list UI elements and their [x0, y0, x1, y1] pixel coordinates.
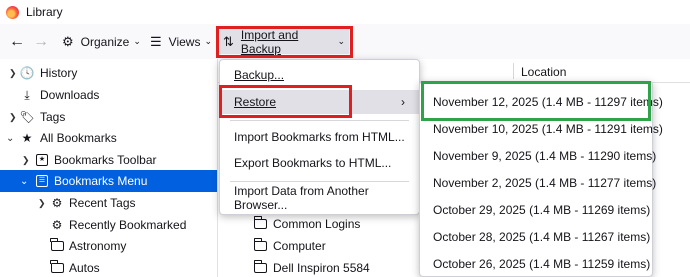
menu-item-export-html[interactable]: Export Bookmarks to HTML... — [220, 151, 419, 175]
organize-button[interactable]: ⚙ Organize ⌄ — [58, 29, 145, 54]
import-backup-menu: Backup... Restore › Import Bookmarks fro… — [219, 59, 420, 215]
tag-icon: 🏷 — [19, 110, 35, 124]
chevron-down-icon: ⌄ — [204, 36, 212, 46]
back-arrow-icon[interactable]: ← — [6, 31, 28, 53]
list-icon: ☰ — [150, 33, 162, 49]
folder-icon — [50, 238, 64, 253]
restore-backup-item[interactable]: November 2, 2025 (1.4 MB - 11277 items) — [420, 169, 656, 196]
tree-item-recent-tags[interactable]: ❯ ⚙ Recent Tags — [0, 192, 217, 214]
tree-item-bookmarks-toolbar[interactable]: ❯ ★ Bookmarks Toolbar — [0, 149, 217, 171]
menu-item-label: Export Bookmarks to HTML... — [234, 156, 392, 170]
bookmarks-tree: ❯ 🕓 History ⤓ Downloads ❯ 🏷 Tags ⌄ ★ All… — [0, 59, 217, 277]
chevron-right-icon[interactable]: ❯ — [22, 155, 30, 166]
list-item-label: Computer — [273, 239, 326, 253]
download-icon: ⤓ — [24, 87, 30, 102]
list-item[interactable]: Dell Inspiron 5584 — [253, 257, 370, 277]
gear-icon: ⚙ — [51, 196, 63, 210]
highlight-box-import — [216, 26, 353, 58]
window-title: Library — [26, 5, 63, 19]
tree-item-label: Recently Bookmarked — [69, 218, 187, 232]
tree-item-label: Autos — [69, 261, 100, 275]
folder-icon — [253, 216, 267, 229]
tree-item-all-bookmarks[interactable]: ⌄ ★ All Bookmarks — [0, 127, 217, 149]
column-location[interactable]: Location — [521, 65, 566, 79]
bookmark-menu-icon: ☰ — [35, 174, 49, 188]
views-button[interactable]: ☰ Views ⌄ — [146, 29, 216, 54]
forward-arrow-icon[interactable]: → — [30, 31, 52, 53]
gear-icon: ⚙ — [51, 218, 63, 232]
restore-backup-item[interactable]: October 26, 2025 (1.4 MB - 11259 items) — [420, 250, 652, 277]
title-bar: Library — [0, 0, 690, 24]
chevron-right-icon: › — [401, 95, 405, 109]
highlight-box-restore — [219, 85, 352, 118]
tree-item-label: Tags — [40, 110, 66, 124]
chevron-down-icon: ⌄ — [133, 36, 141, 46]
chevron-right-icon[interactable]: ❯ — [9, 112, 17, 123]
list-item[interactable]: Computer — [253, 235, 326, 257]
organize-label: Organize — [80, 34, 130, 49]
menu-item-label: Backup... — [234, 68, 285, 82]
tree-item-label: Bookmarks Menu — [54, 174, 148, 188]
star-icon: ★ — [21, 131, 33, 145]
highlight-box-backup-entry — [421, 81, 651, 121]
restore-backup-item[interactable]: November 9, 2025 (1.4 MB - 11290 items) — [420, 142, 656, 169]
tree-item-label: All Bookmarks — [40, 131, 117, 145]
menu-item-label: Import Data from Another Browser... — [234, 184, 369, 212]
tree-item-downloads[interactable]: ⤓ Downloads — [0, 84, 217, 106]
folder-icon — [253, 238, 267, 251]
chevron-down-icon[interactable]: ⌄ — [20, 176, 28, 187]
clock-icon: 🕓 — [19, 66, 35, 80]
restore-backup-item[interactable]: October 28, 2025 (1.4 MB - 11267 items) — [420, 223, 652, 250]
tree-item-label: History — [40, 66, 78, 80]
column-divider[interactable] — [513, 63, 514, 79]
menu-item-label: Import Bookmarks from HTML... — [234, 130, 405, 144]
chevron-down-icon[interactable]: ⌄ — [6, 133, 14, 144]
folder-icon — [50, 260, 64, 275]
views-label: Views — [168, 34, 201, 49]
restore-backup-item[interactable]: October 29, 2025 (1.4 MB - 11269 items) — [420, 196, 652, 223]
list-item[interactable]: Common Logins — [253, 213, 361, 235]
list-item-label: Common Logins — [273, 217, 361, 231]
menu-item-backup[interactable]: Backup... — [220, 63, 419, 87]
gear-icon: ⚙ — [62, 33, 74, 49]
menu-separator — [230, 120, 409, 121]
tree-item-autos[interactable]: Autos — [0, 257, 217, 277]
chevron-right-icon[interactable]: ❯ — [9, 68, 17, 79]
tree-item-label: Astronomy — [69, 239, 127, 253]
menu-item-import-browser[interactable]: Import Data from Another Browser... — [220, 184, 419, 212]
tree-item-label: Downloads — [40, 88, 100, 102]
tree-item-tags[interactable]: ❯ 🏷 Tags — [0, 106, 217, 128]
tree-item-history[interactable]: ❯ 🕓 History — [0, 62, 217, 84]
menu-separator — [230, 181, 409, 182]
tree-item-recently-bookmarked[interactable]: ⚙ Recently Bookmarked — [0, 214, 217, 236]
tree-item-astronomy[interactable]: Astronomy — [0, 235, 217, 257]
list-item-label: Dell Inspiron 5584 — [273, 261, 370, 275]
tree-item-label: Recent Tags — [69, 196, 136, 210]
firefox-logo-icon — [6, 5, 19, 19]
tree-item-label: Bookmarks Toolbar — [54, 153, 157, 167]
bookmark-toolbar-icon: ★ — [35, 153, 49, 167]
chevron-right-icon[interactable]: ❯ — [38, 198, 46, 209]
tree-item-bookmarks-menu[interactable]: ⌄ ☰ Bookmarks Menu — [0, 170, 217, 192]
folder-icon — [253, 260, 267, 273]
menu-item-import-html[interactable]: Import Bookmarks from HTML... — [220, 125, 419, 149]
